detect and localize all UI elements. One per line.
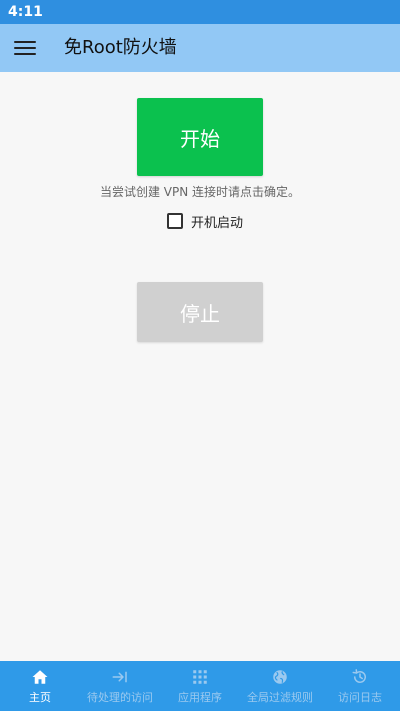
main-content: 开始 当尝试创建 VPN 连接时请点击确定。 开机启动 停止 <box>0 72 400 661</box>
nav-item-pending-access[interactable]: 待处理的访问 <box>80 661 160 711</box>
autostart-checkbox[interactable] <box>167 213 183 229</box>
status-time: 4:11 <box>8 4 43 20</box>
app-title: 免Root防火墙 <box>64 37 177 58</box>
arrow-to-bar-icon <box>112 671 127 682</box>
nav-label: 应用程序 <box>178 690 222 704</box>
status-bar: 4:11 <box>0 0 400 24</box>
stop-button[interactable]: 停止 <box>137 282 263 342</box>
vpn-hint-text: 当尝试创建 VPN 连接时请点击确定。 <box>99 185 301 199</box>
nav-item-access-log[interactable]: 访问日志 <box>320 661 400 711</box>
grid-icon <box>193 669 207 684</box>
nav-label: 待处理的访问 <box>87 690 153 704</box>
bottom-nav: 主页 待处理的访问 应用程序 全局过滤规则 访问日志 <box>0 661 400 711</box>
start-button[interactable]: 开始 <box>137 98 263 176</box>
nav-label: 访问日志 <box>338 690 382 704</box>
nav-label: 主页 <box>29 690 51 704</box>
menu-icon[interactable] <box>14 38 36 58</box>
history-icon <box>352 668 366 683</box>
nav-label: 全局过滤规则 <box>247 690 313 704</box>
nav-item-apps[interactable]: 应用程序 <box>160 661 240 711</box>
app-bar: 免Root防火墙 <box>0 24 400 72</box>
autostart-option[interactable]: 开机启动 <box>167 212 244 231</box>
globe-icon <box>273 669 287 684</box>
autostart-label: 开机启动 <box>191 215 244 231</box>
nav-item-home[interactable]: 主页 <box>0 661 80 711</box>
nav-item-global-rules[interactable]: 全局过滤规则 <box>240 661 320 711</box>
home-icon <box>32 669 48 684</box>
